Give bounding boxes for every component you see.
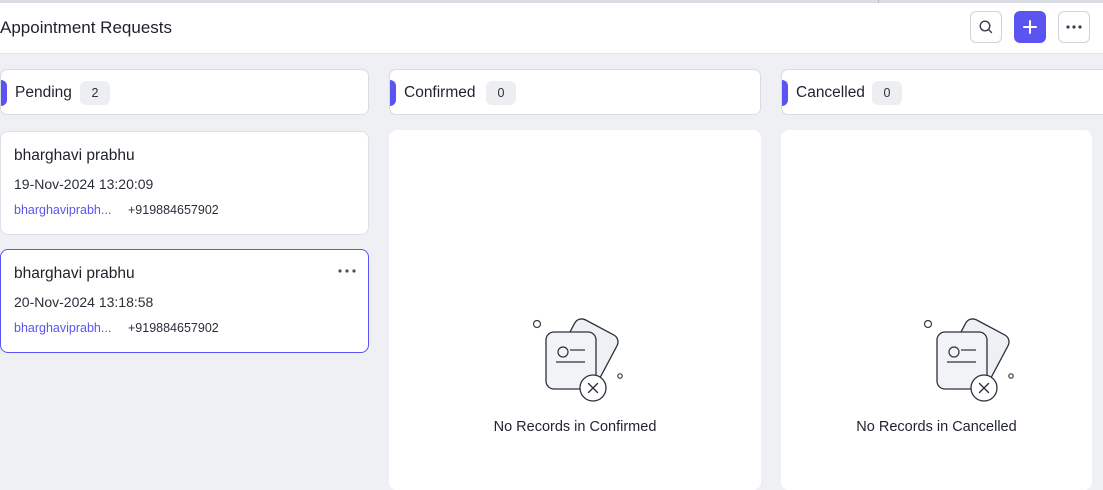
email-link[interactable]: bharghaviprabh... [14, 321, 111, 335]
column-body-confirmed: No Records in Confirmed [389, 130, 761, 490]
column-count-badge: 2 [80, 81, 110, 105]
column-header-cancelled[interactable]: Cancelled 0 [781, 69, 1103, 115]
search-button[interactable] [970, 11, 1002, 43]
column-accent-bar [1, 80, 7, 106]
page-header: Appointment Requests [0, 3, 1103, 54]
search-icon [979, 20, 993, 34]
appointment-datetime: 19-Nov-2024 13:20:09 [14, 176, 154, 192]
patient-name: bharghavi prabhu [14, 265, 135, 282]
page-title: Appointment Requests [0, 18, 172, 37]
email-link[interactable]: bharghaviprabh... [14, 203, 111, 217]
appointment-card[interactable]: bharghavi prabhu 19-Nov-2024 13:20:09 bh… [0, 131, 369, 235]
column-accent-bar [782, 80, 788, 106]
phone-number: +919884657902 [128, 203, 219, 217]
column-header-pending[interactable]: Pending 2 [0, 69, 369, 115]
column-count-badge: 0 [486, 81, 516, 105]
more-options-button[interactable] [1058, 11, 1090, 43]
plus-icon [1023, 20, 1037, 34]
add-button[interactable] [1014, 11, 1046, 43]
patient-name: bharghavi prabhu [14, 147, 135, 164]
more-horizontal-icon [1066, 25, 1082, 29]
empty-state-message: No Records in Cancelled [856, 419, 1017, 435]
column-accent-bar [390, 80, 396, 106]
column-body-cancelled: No Records in Cancelled [781, 130, 1092, 490]
empty-state-message: No Records in Confirmed [493, 419, 657, 435]
column-title: Pending [15, 84, 72, 101]
no-records-icon [923, 318, 1014, 402]
appointment-datetime: 20-Nov-2024 13:18:58 [14, 294, 154, 310]
appointment-card[interactable]: bharghavi prabhu 20-Nov-2024 13:18:58 bh… [0, 249, 369, 353]
no-records-icon [532, 318, 623, 402]
column-title: Confirmed [404, 84, 476, 101]
column-title: Cancelled [796, 84, 865, 101]
phone-number: +919884657902 [128, 321, 219, 335]
column-header-confirmed[interactable]: Confirmed 0 [389, 69, 761, 115]
card-more-icon[interactable] [337, 264, 357, 278]
column-count-badge: 0 [872, 81, 902, 105]
